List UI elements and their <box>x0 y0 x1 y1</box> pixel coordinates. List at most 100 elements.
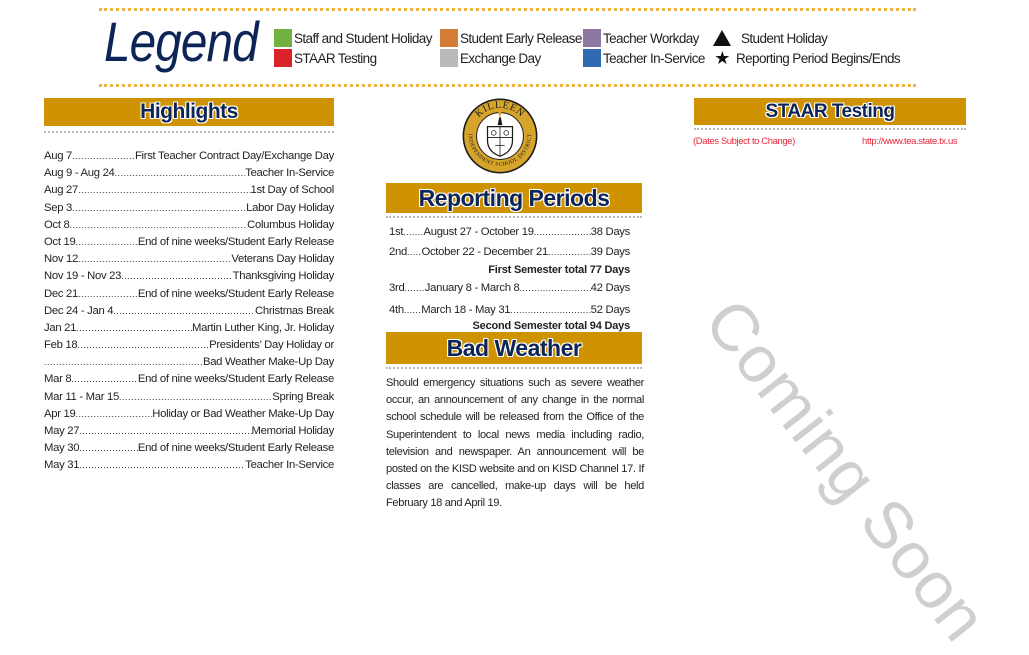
highlight-row: Bad Weather Make-Up Day <box>44 356 334 373</box>
highlights-divider <box>44 131 334 133</box>
highlight-date: Nov 19 - Nov 23 <box>44 270 122 283</box>
period-days: 42 Days <box>590 282 630 294</box>
period-range: March 18 - May 31 <box>421 304 511 316</box>
leader-dots <box>71 374 137 384</box>
period-days: 38 Days <box>590 226 630 238</box>
highlights-header: Highlights <box>44 98 334 126</box>
legend-label: Teacher In-Service <box>603 50 705 66</box>
legend-item-reporting-period: ★ Reporting Period Begins/Ends <box>712 49 900 67</box>
leader-dots <box>44 357 203 367</box>
legend-label: Teacher Workday <box>603 30 699 46</box>
legend-label: Staff and Student Holiday <box>294 30 432 46</box>
leader-dots <box>78 185 251 195</box>
leader-dots <box>548 247 591 257</box>
highlight-row: Aug 27 1st Day of School <box>44 184 334 201</box>
leader-dots <box>78 254 231 264</box>
staar-testing-header: STAAR Testing <box>694 98 966 125</box>
period-label: 1st <box>389 226 404 238</box>
legend-item-student-holiday: Student Holiday <box>713 29 828 47</box>
highlights-list: Aug 7 First Teacher Contract Day/Exchange… <box>44 150 334 477</box>
highlight-row: Mar 11 - Mar 15 Spring Break <box>44 391 334 408</box>
highlight-row: Jan 21 Martin Luther King, Jr. Holiday <box>44 322 334 339</box>
period-range: August 27 - October 19 <box>423 226 534 238</box>
legend-bottom-divider <box>99 84 916 87</box>
highlight-date: May 30 <box>44 442 80 455</box>
tea-website-link[interactable]: http://www.tea.state.tx.us <box>862 136 958 147</box>
reporting-period-row: 1st ....... August 27 - October 19 38 Da… <box>389 226 630 242</box>
highlight-date: Nov 12 <box>44 253 78 266</box>
coming-soon-watermark: Coming Soon <box>690 285 1003 655</box>
legend-item-staar-testing: STAAR Testing <box>274 49 377 67</box>
leader-dots <box>76 323 192 333</box>
bad-weather-title: Bad Weather <box>446 334 582 361</box>
highlight-date: Dec 24 - Jan 4 <box>44 304 114 317</box>
highlight-row: Apr 19 Holiday or Bad Weather Make-Up Da… <box>44 408 334 425</box>
highlight-event: End of nine weeks/Student Early Release <box>137 373 334 386</box>
star-icon: ★ <box>714 48 730 68</box>
highlight-event: Memorial Holiday <box>251 425 334 437</box>
leader-dots <box>510 305 590 315</box>
highlight-event: Thanksgiving Holiday <box>232 270 334 283</box>
leader-dots <box>119 392 272 402</box>
leader-dots <box>72 151 135 161</box>
leader-dots: ....... <box>404 283 425 293</box>
leader-dots <box>121 271 232 281</box>
highlight-date: Sep 3 <box>44 201 73 214</box>
period-days: 52 Days <box>590 304 630 316</box>
leader-dots <box>113 306 255 316</box>
highlight-row: Aug 7 First Teacher Contract Day/Exchange… <box>44 150 334 167</box>
highlight-event: Holiday or Bad Weather Make-Up Day <box>152 407 334 420</box>
dates-subject-to-change-note: (Dates Subject to Change) <box>693 136 795 147</box>
legend-swatch <box>583 29 601 47</box>
leader-dots <box>77 340 209 350</box>
legend-item-student-early-release: Student Early Release <box>440 29 582 47</box>
highlight-row: Feb 18 Presidents’ Day Holiday or <box>44 339 334 356</box>
staar-testing-divider <box>694 128 966 130</box>
triangle-icon <box>713 30 731 46</box>
reporting-periods-title: Reporting Periods <box>418 184 610 211</box>
highlight-row: Aug 9 - Aug 24 Teacher In-Service <box>44 167 334 184</box>
highlight-event: 1st Day of School <box>250 184 334 197</box>
highlight-date: Aug 27 <box>44 184 79 197</box>
reporting-period-row: 2nd ..... October 22 - December 21 39 Da… <box>389 246 630 262</box>
period-label: 3rd <box>389 282 405 294</box>
legend-swatch <box>440 49 458 67</box>
legend-label: Exchange Day <box>460 50 541 66</box>
reporting-period-row: 3rd ....... January 8 - March 8 42 Days <box>389 282 630 298</box>
highlight-date: Apr 19 <box>44 407 76 420</box>
highlight-row: Oct 19 End of nine weeks/Student Early R… <box>44 236 334 253</box>
highlight-event: Columbus Holiday <box>247 218 334 231</box>
leader-dots <box>520 283 591 293</box>
highlight-row: Dec 24 - Jan 4 Christmas Break <box>44 305 334 322</box>
leader-dots <box>534 227 591 237</box>
leader-dots <box>70 220 248 230</box>
leader-dots: ...... <box>403 305 422 315</box>
reporting-periods-list: 1st ....... August 27 - October 19 38 Da… <box>389 226 630 334</box>
highlight-event: Teacher In-Service <box>245 167 334 180</box>
highlight-event: Teacher In-Service <box>245 459 334 472</box>
period-label: 2nd <box>389 246 407 258</box>
highlight-event: Presidents’ Day Holiday or <box>209 339 334 352</box>
highlight-date: Oct 19 <box>44 235 76 248</box>
legend-title: Legend <box>104 10 259 73</box>
highlight-event: Martin Luther King, Jr. Holiday <box>191 321 334 334</box>
period-label: 4th <box>389 304 404 316</box>
leader-dots <box>115 168 246 178</box>
highlight-date: Mar 8 <box>44 373 72 386</box>
highlight-event: Bad Weather Make-Up Day <box>202 356 334 369</box>
highlight-date: Dec 21 <box>44 287 78 300</box>
leader-dots <box>79 443 138 453</box>
reporting-periods-header: Reporting Periods <box>386 183 642 213</box>
period-range: January 8 - March 8 <box>424 282 520 294</box>
leader-dots <box>75 409 152 419</box>
highlight-row: Dec 21 End of nine weeks/Student Early Re… <box>44 288 334 305</box>
highlight-event: Spring Break <box>272 390 334 403</box>
highlight-row: May 27 Memorial Holiday <box>44 425 334 442</box>
leader-dots: ....... <box>403 227 424 237</box>
legend-swatch <box>274 49 292 67</box>
leader-dots <box>72 203 246 213</box>
highlight-event: Labor Day Holiday <box>246 201 334 214</box>
highlights-title: Highlights <box>140 100 238 123</box>
highlight-event: End of nine weeks/Student Early Release <box>137 287 334 300</box>
legend-item-staff-student-holiday: Staff and Student Holiday <box>274 29 432 47</box>
